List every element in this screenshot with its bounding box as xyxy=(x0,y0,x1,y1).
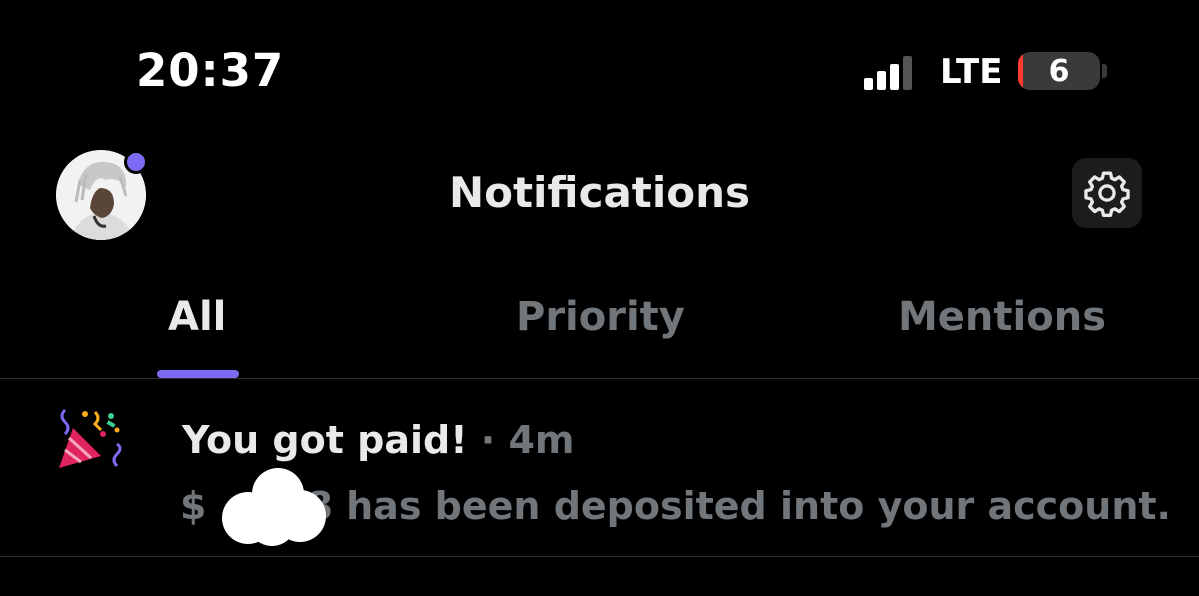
gear-icon xyxy=(1084,171,1130,217)
notification-divider xyxy=(0,556,1199,557)
notification-body-prefix: $ xyxy=(180,484,207,528)
network-type: LTE xyxy=(940,52,1003,92)
signal-strength-icon xyxy=(864,54,912,90)
status-time: 20:37 xyxy=(136,44,285,97)
tabs-divider xyxy=(0,378,1199,379)
notification-title[interactable]: You got paid! · 4m xyxy=(182,418,574,462)
tab-priority[interactable]: Priority xyxy=(516,294,685,340)
settings-button[interactable] xyxy=(1072,158,1142,228)
notification-body-suffix: 8 has been deposited into your account. xyxy=(306,484,1171,528)
battery-level: 6 xyxy=(1048,53,1070,89)
active-tab-indicator xyxy=(157,370,239,378)
tab-mentions[interactable]: Mentions xyxy=(898,294,1106,340)
notification-age: 4m xyxy=(508,418,575,462)
notification-separator: · xyxy=(480,418,496,462)
notification-title-text: You got paid! xyxy=(182,418,468,462)
page-title: Notifications xyxy=(448,168,751,217)
tab-all[interactable]: All xyxy=(168,294,226,340)
redaction-cloud xyxy=(222,468,326,546)
party-popper-icon xyxy=(55,406,125,472)
battery-icon: 6 xyxy=(1018,52,1100,90)
battery-tip xyxy=(1102,64,1107,78)
